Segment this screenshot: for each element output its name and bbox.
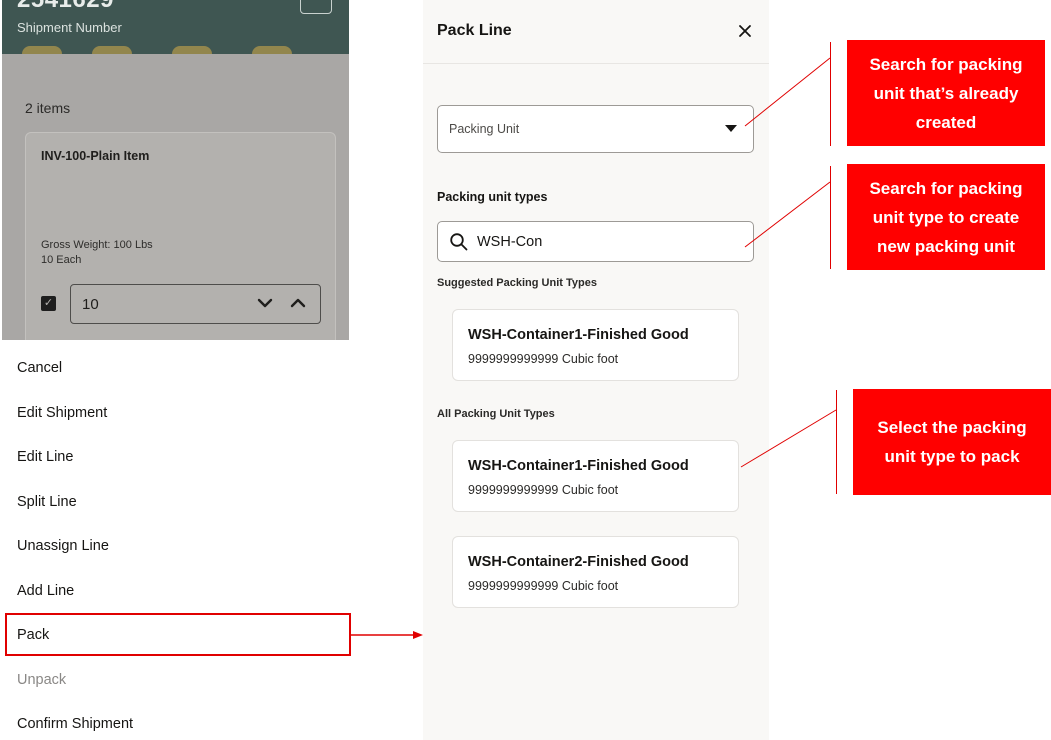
items-count: 2 items	[25, 100, 71, 116]
shipment-number-label: Shipment Number	[17, 20, 122, 35]
callout-existing-packing-unit: Search for packing unit that’s already c…	[847, 40, 1045, 146]
packing-unit-type-card[interactable]: WSH-Container2-Finished Good 99999999999…	[452, 536, 739, 608]
menu-item-unpack: Unpack	[17, 672, 67, 688]
annotation-bracket	[830, 166, 831, 269]
pack-highlight-box	[5, 613, 351, 656]
callout-create-packing-unit: Search for packing unit type to create n…	[847, 164, 1045, 270]
suggested-packing-unit-type-card[interactable]: WSH-Container1-Finished Good 99999999999…	[452, 309, 739, 381]
menu-item-unassign-line[interactable]: Unassign Line	[17, 538, 109, 554]
callout-line: Select the packing	[877, 418, 1027, 437]
gross-weight: Gross Weight: 100 Lbs	[41, 239, 153, 251]
suggested-section-label: Suggested Packing Unit Types	[437, 277, 597, 289]
packing-unit-type-volume: 9999999999999 Cubic foot	[468, 579, 619, 593]
shipment-number: 2541629	[17, 0, 114, 14]
annotation-bracket	[836, 390, 837, 494]
pack-line-screen: Pack Line Packing Unit Packing unit type…	[423, 0, 769, 740]
menu-item-edit-shipment[interactable]: Edit Shipment	[17, 405, 107, 421]
packing-unit-type-name: WSH-Container2-Finished Good	[468, 554, 689, 570]
shipment-lines-overlay: 2 items INV-100-Plain Item Gross Weight:…	[2, 54, 349, 348]
header-decoration	[92, 46, 132, 54]
all-section-label: All Packing Unit Types	[437, 408, 555, 420]
line-checkbox[interactable]: ✓	[41, 296, 56, 311]
header-decoration	[172, 46, 212, 54]
arrow-head-icon	[413, 631, 423, 639]
packing-unit-type-volume: 9999999999999 Cubic foot	[468, 483, 619, 497]
callout-line: new packing unit	[877, 236, 1015, 256]
header-action-button[interactable]	[300, 0, 332, 14]
packing-unit-select[interactable]: Packing Unit	[437, 105, 754, 153]
shipment-line-card[interactable]: INV-100-Plain Item Gross Weight: 100 Lbs…	[25, 132, 336, 348]
caret-down-icon[interactable]	[725, 125, 737, 133]
page-title: Pack Line	[437, 22, 512, 39]
quantity-stepper[interactable]: 10	[70, 284, 321, 324]
packing-unit-type-search[interactable]	[437, 221, 754, 262]
header-decoration	[252, 46, 292, 54]
chevron-down-icon[interactable]	[255, 293, 275, 313]
callout-line: unit that’s already	[873, 83, 1019, 103]
annotation-bracket	[830, 42, 831, 146]
callout-line: unit type to pack	[884, 447, 1020, 466]
actions-menu: Cancel Edit Shipment Edit Line Split Lin…	[2, 340, 349, 740]
callout-select-packing-unit-type: Select the packing unit type to pack	[853, 389, 1051, 495]
packing-unit-types-label: Packing unit types	[437, 190, 548, 204]
chevron-up-icon[interactable]	[288, 293, 308, 313]
menu-item-cancel[interactable]: Cancel	[17, 360, 62, 376]
quantity-uom: 10 Each	[41, 254, 82, 266]
close-icon[interactable]	[736, 22, 754, 40]
callout-line: Search for packing	[869, 178, 1023, 198]
callout-line: Search for packing	[869, 54, 1023, 74]
packing-unit-type-name: WSH-Container1-Finished Good	[468, 458, 689, 474]
pack-line-header: Pack Line	[423, 0, 769, 64]
header-decoration	[22, 46, 62, 54]
callout-line: unit type to create	[872, 207, 1020, 227]
menu-item-split-line[interactable]: Split Line	[17, 494, 77, 510]
menu-item-add-line[interactable]: Add Line	[17, 583, 74, 599]
callout-line: created	[915, 112, 977, 132]
packing-unit-placeholder: Packing Unit	[449, 122, 520, 136]
quantity-value: 10	[82, 296, 99, 313]
packing-unit-type-volume: 9999999999999 Cubic foot	[468, 352, 619, 366]
search-input[interactable]	[477, 231, 737, 253]
menu-item-edit-line[interactable]: Edit Line	[17, 449, 73, 465]
packing-unit-type-card[interactable]: WSH-Container1-Finished Good 99999999999…	[452, 440, 739, 512]
packing-unit-type-name: WSH-Container1-Finished Good	[468, 327, 689, 343]
search-icon	[450, 233, 468, 251]
menu-item-confirm-shipment[interactable]: Confirm Shipment	[17, 716, 133, 732]
item-name: INV-100-Plain Item	[41, 149, 150, 163]
shipment-header: 2541629 Shipment Number	[2, 0, 349, 54]
